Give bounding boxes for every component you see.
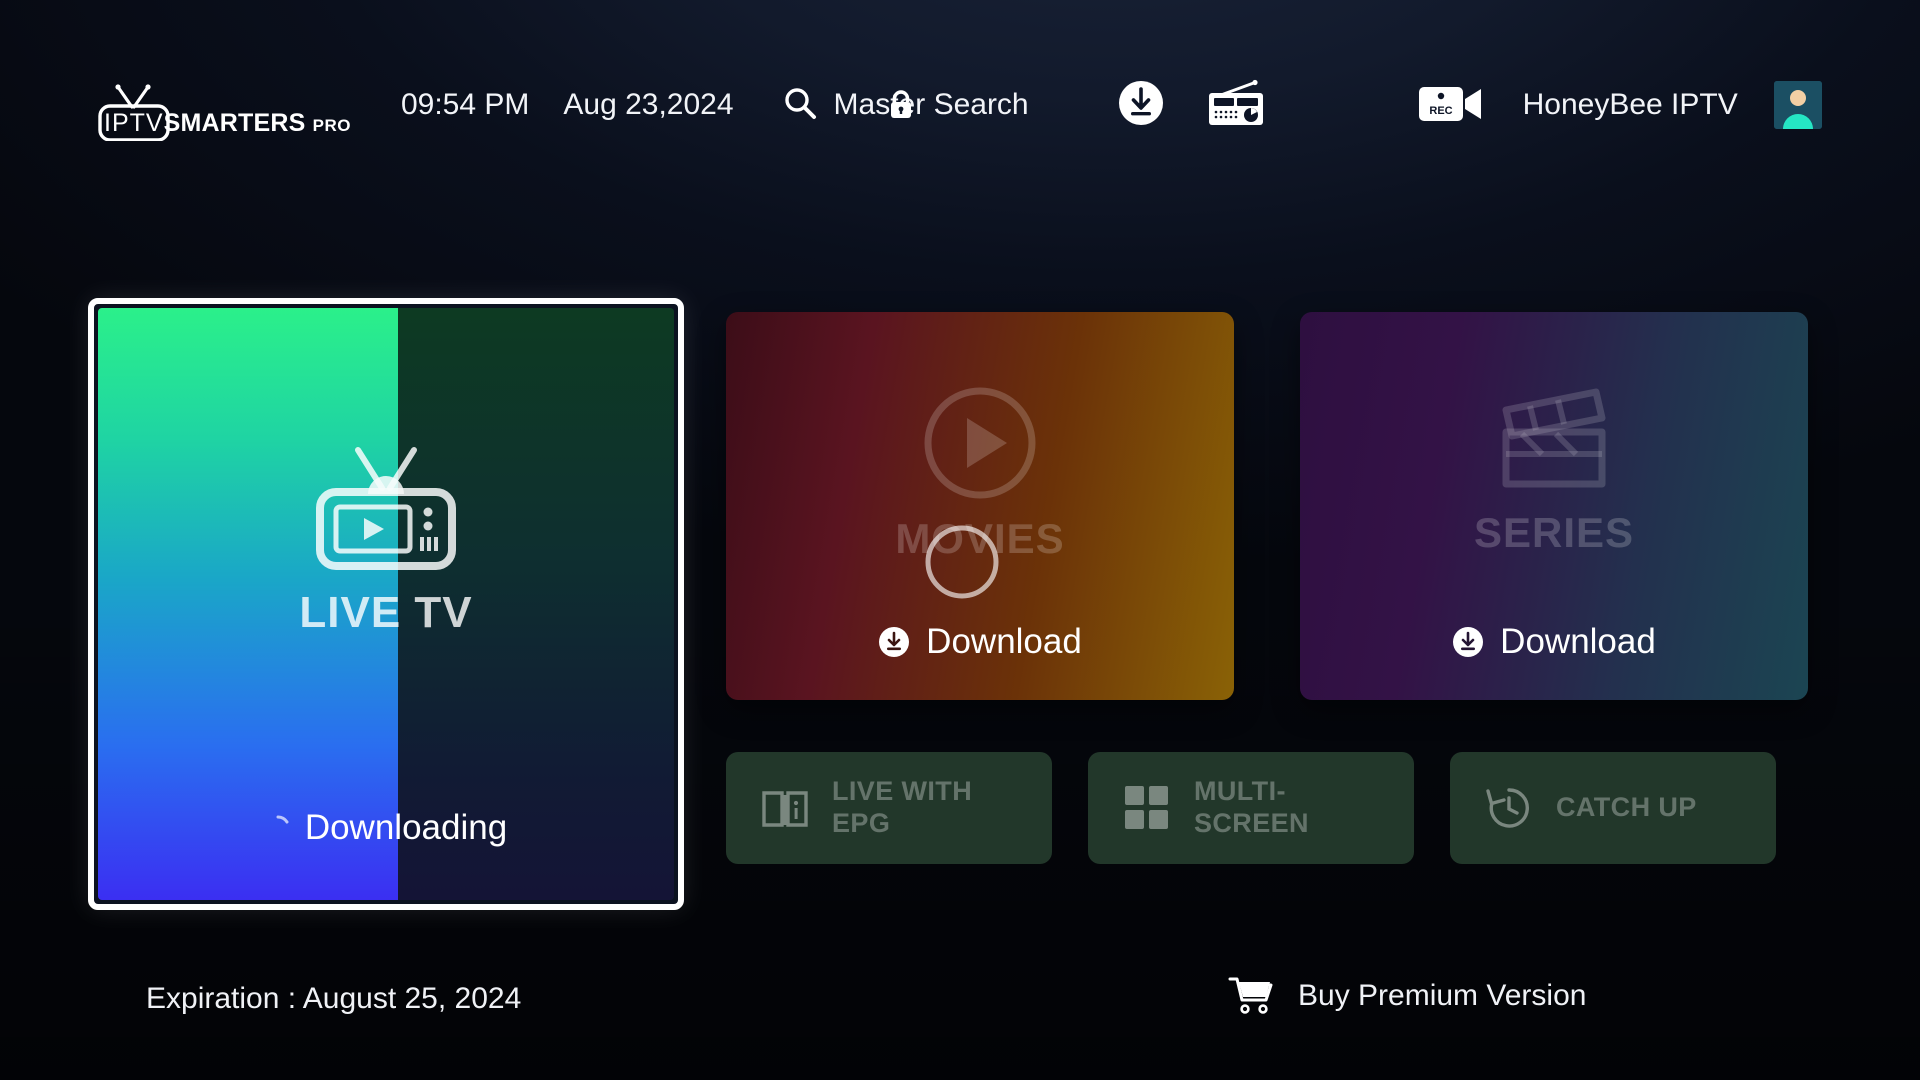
- book-info-icon: [760, 783, 810, 833]
- multi-screen-label: MULTI-SCREEN: [1194, 776, 1309, 838]
- rec-camera-icon: REC: [1417, 81, 1483, 130]
- search-icon: [782, 85, 818, 126]
- clapperboard-icon: [1496, 384, 1612, 501]
- series-card-content: SERIES Download: [1300, 312, 1808, 700]
- download-circle-icon: [1117, 79, 1165, 132]
- download-manager-button[interactable]: [1117, 79, 1165, 132]
- download-circle-icon: [878, 626, 910, 658]
- rec-badge-text: REC: [1429, 105, 1452, 117]
- master-search-button[interactable]: Master Search: [782, 85, 1029, 126]
- buy-premium-label: Buy Premium Version: [1298, 979, 1587, 1012]
- movies-card-content: MOVIES Download: [726, 312, 1234, 700]
- buy-premium-button[interactable]: Buy Premium Version: [1228, 976, 1586, 1016]
- lock-icon: [886, 88, 916, 122]
- top-header-bar: IPTVSMARTERS PRO 09:54 PM Aug 23,2024 Ma…: [0, 0, 1920, 210]
- footer-bar: Expiration : August 25, 2024 Buy Premium…: [0, 940, 1920, 1080]
- loading-spinner-icon: [924, 524, 1000, 600]
- catch-up-button[interactable]: CATCH UP: [1450, 752, 1776, 864]
- tv-antenna-icon: [88, 83, 180, 142]
- series-download-button[interactable]: Download: [1300, 622, 1808, 662]
- live-with-epg-label: LIVE WITH EPG: [832, 776, 973, 838]
- live-with-epg-button[interactable]: LIVE WITH EPG: [726, 752, 1052, 864]
- clock-date: Aug 23,2024: [563, 88, 734, 121]
- multi-screen-button[interactable]: MULTI-SCREEN: [1088, 752, 1414, 864]
- history-clock-icon: [1484, 783, 1534, 833]
- shopping-cart-icon: [1228, 976, 1276, 1016]
- radio-button[interactable]: [1205, 79, 1267, 132]
- live-tv-status-row: Downloading: [98, 808, 674, 848]
- catch-up-label: CATCH UP: [1556, 792, 1697, 823]
- live-tv-status-label: Downloading: [304, 808, 508, 847]
- recording-button[interactable]: REC: [1417, 81, 1483, 130]
- series-card[interactable]: SERIES Download: [1300, 312, 1808, 700]
- live-tv-icon: [308, 436, 464, 574]
- play-circle-icon: [921, 384, 1039, 507]
- live-tv-card-body: LIVE TV Downloading: [98, 308, 674, 900]
- live-tv-card[interactable]: LIVE TV Downloading: [88, 298, 684, 910]
- series-label: SERIES: [1473, 509, 1635, 556]
- radio-icon: [1205, 79, 1267, 132]
- account-name[interactable]: HoneyBee IPTV: [1523, 88, 1738, 122]
- master-search-label: Master Search: [833, 88, 1029, 121]
- app-screen: IPTVSMARTERS PRO 09:54 PM Aug 23,2024 Ma…: [0, 0, 1920, 1080]
- logo-pro-text: PRO: [312, 116, 351, 135]
- user-avatar-icon[interactable]: [1773, 81, 1822, 129]
- movies-download-label: Download: [926, 622, 1082, 661]
- clock-time: 09:54 PM: [400, 88, 530, 121]
- app-logo: IPTVSMARTERS PRO: [88, 79, 351, 142]
- loading-spinner-icon: [265, 815, 291, 841]
- download-circle-icon: [1452, 626, 1484, 658]
- live-tv-content: LIVE TV Downloading: [98, 308, 674, 900]
- live-tv-label: LIVE TV: [299, 588, 473, 637]
- expiration-text: Expiration : August 25, 2024: [146, 982, 522, 1015]
- grid-four-icon: [1122, 783, 1172, 833]
- logo-smarters-text: SMARTERS: [163, 109, 306, 137]
- movies-download-button[interactable]: Download: [726, 622, 1234, 662]
- movies-card[interactable]: MOVIES Download: [726, 312, 1234, 700]
- main-content: LIVE TV Downloading MOVIES Download SERI…: [88, 290, 1833, 910]
- series-download-label: Download: [1500, 622, 1656, 661]
